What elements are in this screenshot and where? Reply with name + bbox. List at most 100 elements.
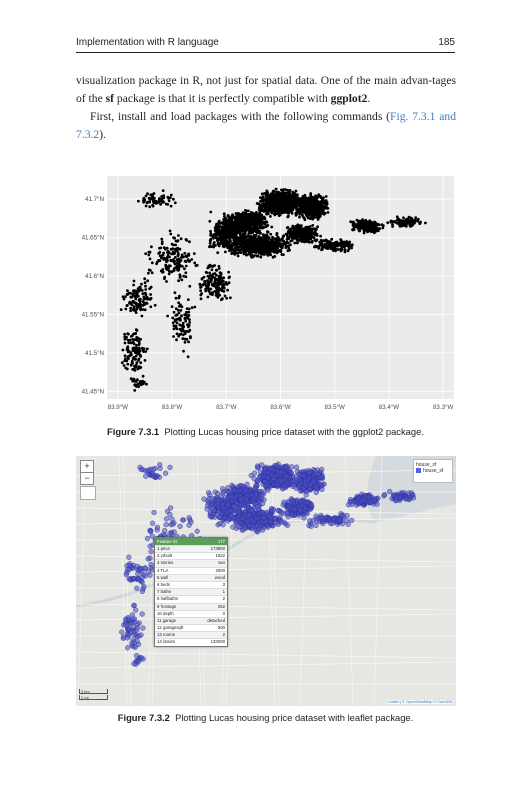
data-point xyxy=(316,210,320,213)
data-point xyxy=(247,209,250,213)
data-point xyxy=(160,240,164,243)
data-point xyxy=(291,195,295,199)
data-point xyxy=(220,221,223,225)
data-point xyxy=(214,244,217,247)
data-point xyxy=(270,201,273,205)
data-point xyxy=(294,189,298,193)
data-point xyxy=(300,224,303,227)
data-point xyxy=(232,228,236,232)
data-point xyxy=(153,303,157,307)
data-point xyxy=(134,363,138,367)
data-point xyxy=(140,314,144,318)
data-point xyxy=(404,224,407,228)
data-point xyxy=(325,241,329,245)
data-point xyxy=(181,337,185,340)
data-point xyxy=(351,228,355,232)
data-point xyxy=(255,243,259,247)
data-point xyxy=(166,195,170,199)
data-point xyxy=(183,267,186,271)
data-point xyxy=(131,357,135,361)
data-point xyxy=(127,341,131,345)
data-point xyxy=(222,235,226,239)
leaflet-map[interactable]: + − house_sf house_sf Feature ID 177 1 pr… xyxy=(76,456,456,706)
data-point xyxy=(207,289,211,292)
data-point xyxy=(181,265,184,268)
data-point xyxy=(257,238,260,242)
data-point xyxy=(199,293,203,297)
data-point xyxy=(214,273,218,277)
x-tick-label: 83.4°W xyxy=(379,404,400,411)
data-point xyxy=(171,243,175,247)
data-point xyxy=(287,195,291,198)
data-point xyxy=(182,349,185,353)
data-point xyxy=(288,229,292,232)
map-marker xyxy=(293,464,300,470)
data-point xyxy=(313,245,316,249)
data-point xyxy=(268,206,271,209)
data-point xyxy=(280,188,283,192)
data-point xyxy=(286,226,290,229)
data-point xyxy=(208,271,212,275)
data-point xyxy=(169,247,173,251)
data-point xyxy=(282,253,285,256)
data-point xyxy=(222,212,226,216)
data-point xyxy=(143,303,147,306)
data-point xyxy=(366,223,369,227)
data-point xyxy=(195,263,199,267)
data-point xyxy=(178,247,182,251)
data-point xyxy=(300,228,304,231)
data-point xyxy=(229,230,233,234)
data-point xyxy=(244,245,248,249)
data-point xyxy=(251,231,254,235)
data-point xyxy=(324,244,327,248)
data-point xyxy=(132,306,136,310)
data-point xyxy=(391,225,394,228)
data-point xyxy=(372,224,375,228)
data-point xyxy=(311,224,315,227)
data-point xyxy=(320,204,323,208)
data-point xyxy=(129,335,133,338)
data-point xyxy=(264,237,267,241)
data-point xyxy=(208,274,212,277)
data-point xyxy=(284,191,288,195)
data-point xyxy=(179,237,183,241)
map-marker xyxy=(263,482,269,488)
data-point xyxy=(190,306,194,309)
map-marker xyxy=(283,473,289,479)
data-point xyxy=(126,357,130,361)
data-point xyxy=(336,248,340,251)
data-point xyxy=(356,226,360,230)
data-point xyxy=(424,221,427,225)
data-point xyxy=(181,321,185,325)
y-tick-label: 41.7°N xyxy=(85,196,104,203)
data-point xyxy=(239,251,243,254)
data-point xyxy=(274,241,278,245)
data-point xyxy=(275,232,279,235)
data-point xyxy=(225,242,229,245)
data-point xyxy=(279,238,283,242)
data-point xyxy=(228,237,231,240)
data-point xyxy=(407,219,411,223)
map-road xyxy=(76,555,456,563)
data-point xyxy=(319,200,322,204)
data-point xyxy=(172,269,176,272)
data-point xyxy=(341,240,345,244)
data-point xyxy=(174,243,177,247)
x-tick-label: 83.5°W xyxy=(325,404,346,411)
data-point xyxy=(264,241,268,244)
data-point xyxy=(304,225,308,229)
data-point xyxy=(210,268,214,272)
data-point xyxy=(261,226,265,230)
map-marker xyxy=(251,476,257,482)
data-point xyxy=(177,234,180,237)
data-point xyxy=(217,267,221,270)
data-point xyxy=(286,241,290,245)
data-point xyxy=(260,219,264,223)
data-point xyxy=(174,296,178,300)
data-point xyxy=(322,209,325,213)
data-point xyxy=(151,204,155,208)
data-point xyxy=(268,196,272,200)
data-point xyxy=(129,295,133,299)
data-point xyxy=(171,316,175,320)
data-point xyxy=(178,273,182,277)
